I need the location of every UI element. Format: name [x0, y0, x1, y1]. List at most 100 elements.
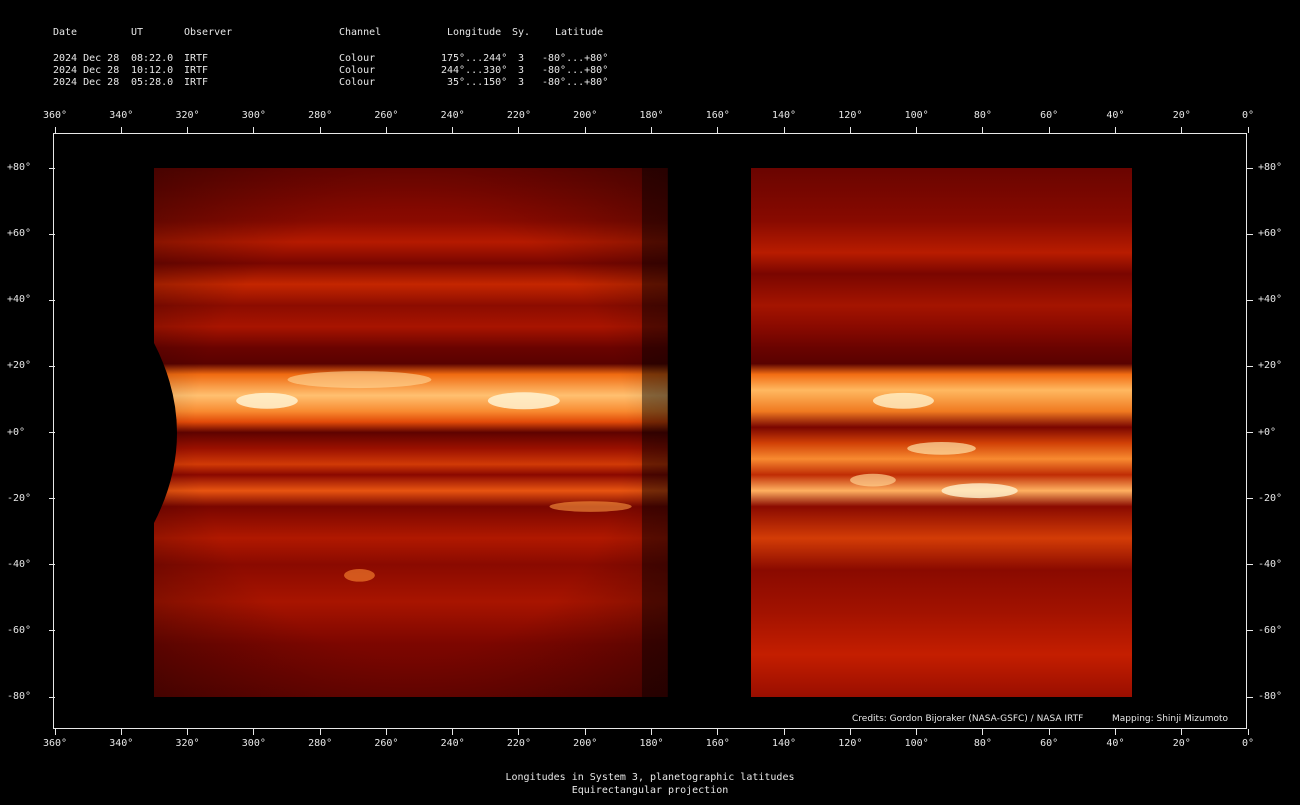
lat-tick-left [49, 564, 55, 566]
lat-label-left: +20° [7, 360, 32, 372]
lon-tick-bottom [584, 729, 586, 735]
lon-label-top: 0° [1241, 110, 1255, 121]
lat-tick-left [49, 299, 55, 301]
lon-tick-top [518, 127, 520, 133]
lon-label-bottom: 300° [241, 738, 266, 749]
lon-label-top: 20° [1172, 110, 1191, 121]
lat-label-left: +80° [7, 162, 32, 173]
row-system: 3 [518, 53, 525, 64]
lon-tick-top [54, 127, 56, 133]
lat-tick-left [49, 365, 55, 367]
lat-label-right: +0° [1258, 426, 1277, 438]
lat-tick-right [1247, 299, 1253, 301]
row-system: 3 [518, 65, 525, 76]
lon-tick-bottom [120, 729, 122, 735]
lon-tick-top [717, 127, 719, 133]
lat-label-right: +60° [1258, 228, 1283, 240]
row-channel: Colour [339, 77, 376, 88]
lat-tick-right [1247, 432, 1253, 433]
lon-tick-top [253, 127, 255, 133]
lat-label-left: +60° [7, 228, 32, 240]
lon-tick-top [1048, 127, 1050, 133]
row-longitude: 35°...150° [447, 77, 508, 88]
row-latitude: -80°...+80° [542, 77, 609, 88]
lon-tick-top [120, 127, 122, 133]
lon-label-top: 340° [109, 110, 134, 121]
lon-tick-top [982, 127, 984, 133]
header-observer: Observer [184, 27, 233, 38]
header-date: Date [53, 27, 78, 38]
lon-tick-bottom [1247, 729, 1249, 735]
header-longitude: Longitude [447, 27, 502, 38]
lon-tick-bottom [651, 729, 652, 735]
lon-tick-bottom [1114, 729, 1116, 735]
lon-label-top: 220° [506, 110, 531, 121]
lon-label-bottom: 120° [838, 738, 863, 749]
lon-tick-bottom [518, 729, 520, 735]
lon-tick-top [1114, 127, 1116, 133]
header-ut: UT [131, 27, 144, 38]
lat-label-right: +20° [1258, 360, 1283, 372]
lat-label-right: -80° [1258, 691, 1283, 702]
lon-tick-top [319, 127, 321, 133]
lon-tick-bottom [982, 729, 984, 735]
mapping-credit: Mapping: Shinji Mizumoto [1112, 714, 1229, 724]
lon-label-top: 240° [440, 110, 465, 121]
lon-label-bottom: 60° [1040, 738, 1059, 749]
lat-tick-right [1247, 630, 1253, 632]
lon-label-bottom: 340° [109, 738, 134, 749]
panel-west-image [154, 168, 669, 697]
header-channel: Channel [339, 27, 382, 38]
lon-label-top: 200° [573, 110, 598, 121]
lat-tick-right [1247, 696, 1253, 698]
lat-label-right: -60° [1258, 624, 1283, 636]
lat-label-right: +40° [1258, 294, 1283, 306]
lon-label-top: 160° [705, 110, 730, 121]
lon-label-bottom: 320° [175, 738, 200, 749]
lat-label-right: -20° [1258, 492, 1283, 504]
lon-label-top: 80° [973, 110, 992, 121]
lon-label-bottom: 180° [639, 738, 664, 749]
lon-label-top: 300° [241, 110, 266, 121]
lon-label-bottom: 40° [1106, 738, 1125, 749]
header-system: Sy. [512, 27, 531, 38]
row-latitude: -80°...+80° [542, 65, 609, 76]
footer-line-1: Longitudes in System 3, planetographic l… [505, 772, 795, 783]
lon-label-top: 100° [904, 110, 929, 121]
panel-east-image [750, 168, 1132, 697]
lon-label-top: 180° [639, 110, 664, 121]
row-observer: IRTF [184, 77, 209, 88]
row-ut: 05:28.0 [131, 77, 174, 88]
lat-label-right: +80° [1258, 162, 1283, 173]
lon-tick-bottom [849, 729, 851, 735]
lon-tick-top [651, 127, 652, 133]
lon-tick-bottom [1048, 729, 1050, 735]
row-observer: IRTF [184, 53, 209, 64]
lon-tick-bottom [54, 729, 56, 735]
lon-tick-top [783, 127, 785, 133]
lon-label-bottom: 160° [705, 738, 730, 749]
lon-label-bottom: 260° [374, 738, 399, 749]
footer-line-2: Equirectangular projection [571, 785, 729, 796]
lon-label-bottom: 200° [573, 738, 598, 749]
lon-label-top: 280° [308, 110, 333, 121]
lon-label-bottom: 80° [973, 738, 992, 749]
row-channel: Colour [339, 65, 376, 76]
map-panel-east [750, 168, 1132, 697]
lon-tick-top [584, 127, 586, 133]
lat-label-right: -40° [1258, 558, 1283, 570]
row-ut: 08:22.0 [131, 53, 174, 64]
lon-tick-top [452, 127, 454, 133]
lon-tick-bottom [783, 729, 785, 735]
lat-tick-left [49, 498, 55, 500]
map-panel-west [154, 168, 669, 697]
lon-tick-bottom [717, 729, 719, 735]
lon-tick-bottom [1181, 729, 1183, 735]
lon-tick-top [916, 127, 918, 133]
lat-tick-right [1247, 365, 1253, 367]
row-channel: Colour [339, 53, 376, 64]
lon-label-bottom: 360° [42, 738, 68, 749]
lat-tick-right [1247, 564, 1253, 566]
lon-label-bottom: 100° [904, 738, 929, 749]
credits-text: Credits: Gordon Bijoraker (NASA-GSFC) / … [852, 714, 1084, 724]
